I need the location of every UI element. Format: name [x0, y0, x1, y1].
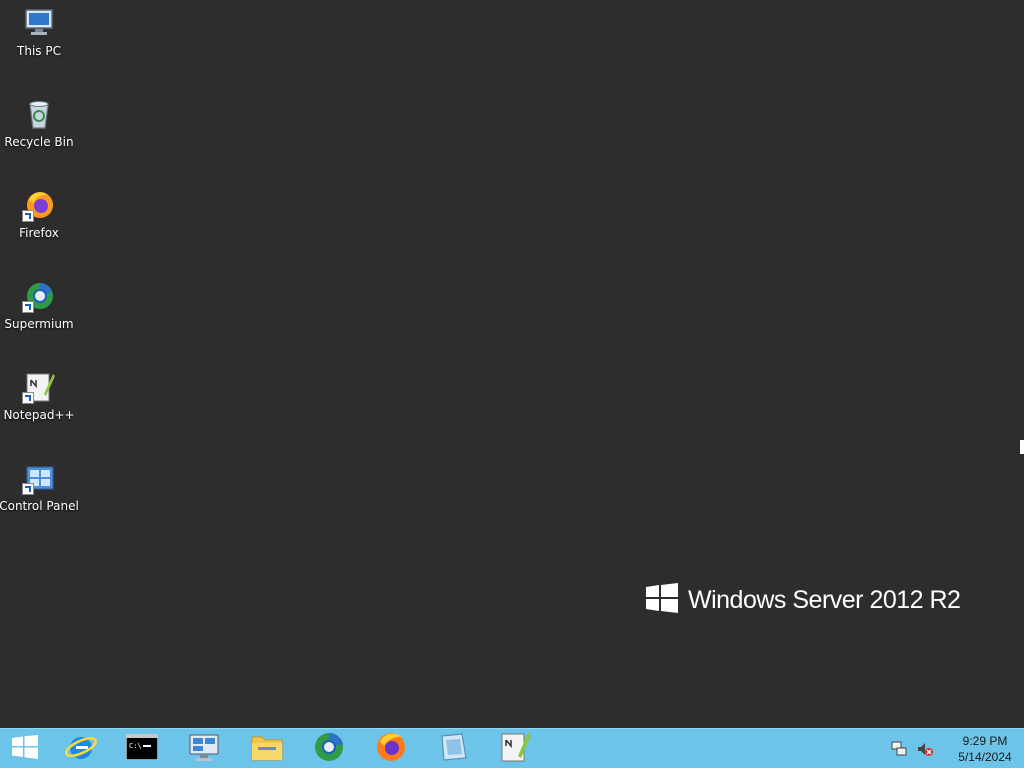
- taskbar-supermium[interactable]: [304, 731, 354, 767]
- desktop-icon-label: Supermium: [4, 317, 74, 331]
- network-icon[interactable]: [890, 740, 908, 758]
- command-prompt-icon: C:\: [125, 733, 159, 764]
- taskbar-file-explorer[interactable]: [242, 731, 292, 767]
- file-explorer-icon: [250, 731, 284, 767]
- notepad-plus-plus-icon: [498, 730, 532, 768]
- desktop-icon-firefox[interactable]: Firefox: [0, 182, 78, 262]
- clock-time: 9:29 PM: [962, 734, 1008, 748]
- desktop-icon-label: Notepad++: [3, 408, 75, 422]
- clock-date: 5/14/2024: [958, 750, 1012, 764]
- taskbar: C:\ 9:29 PM 5/14/2024: [0, 728, 1024, 768]
- firefox-icon: [22, 188, 56, 222]
- taskbar-server-manager[interactable]: [179, 731, 229, 767]
- recycle-bin-icon: [22, 97, 56, 131]
- desktop: This PC Recycle Bin Firefox Supermium No…: [0, 0, 1024, 728]
- system-tray: 9:29 PM 5/14/2024: [890, 729, 1016, 768]
- desktop-icon-recycle-bin[interactable]: Recycle Bin: [0, 91, 78, 171]
- supermium-icon: [22, 279, 56, 313]
- desktop-icon-control-panel[interactable]: Control Panel: [0, 455, 79, 535]
- supermium-icon: [312, 730, 346, 768]
- app-icon: [436, 730, 470, 768]
- desktop-icon-notepad-plus-plus[interactable]: Notepad++: [0, 364, 78, 444]
- desktop-icon-this-pc[interactable]: This PC: [0, 0, 78, 80]
- svg-text:C:\: C:\: [129, 742, 142, 750]
- taskbar-clock[interactable]: 9:29 PM 5/14/2024: [954, 733, 1016, 765]
- internet-explorer-icon: [64, 730, 98, 768]
- mouse-cursor: [1020, 440, 1024, 454]
- start-button[interactable]: [0, 731, 50, 767]
- windows-logo-icon: [646, 583, 678, 617]
- desktop-icon-label: Control Panel: [0, 499, 79, 513]
- start-button-icon: [12, 735, 38, 763]
- taskbar-app[interactable]: [428, 731, 478, 767]
- desktop-icon-label: Recycle Bin: [4, 135, 74, 149]
- shortcut-arrow-icon: [22, 301, 34, 313]
- volume-muted-icon[interactable]: [916, 740, 934, 758]
- shortcut-arrow-icon: [22, 392, 34, 404]
- windows-server-text: Windows Server 2012 R2: [688, 585, 961, 614]
- desktop-icon-supermium[interactable]: Supermium: [0, 273, 78, 353]
- desktop-icon-label: This PC: [17, 44, 61, 58]
- server-manager-icon: [187, 730, 221, 768]
- shortcut-arrow-icon: [22, 483, 34, 495]
- taskbar-command-prompt[interactable]: C:\: [117, 731, 167, 767]
- desktop-icon-label: Firefox: [19, 226, 59, 240]
- taskbar-firefox[interactable]: [366, 731, 416, 767]
- computer-icon: [22, 6, 56, 40]
- firefox-icon: [374, 730, 408, 768]
- windows-server-branding: Windows Server 2012 R2: [646, 583, 961, 617]
- control-panel-icon: [22, 461, 56, 495]
- shortcut-arrow-icon: [22, 210, 34, 222]
- taskbar-internet-explorer[interactable]: [56, 731, 106, 767]
- taskbar-notepad-plus-plus[interactable]: [490, 731, 540, 767]
- notepad-plus-plus-icon: [22, 370, 56, 404]
